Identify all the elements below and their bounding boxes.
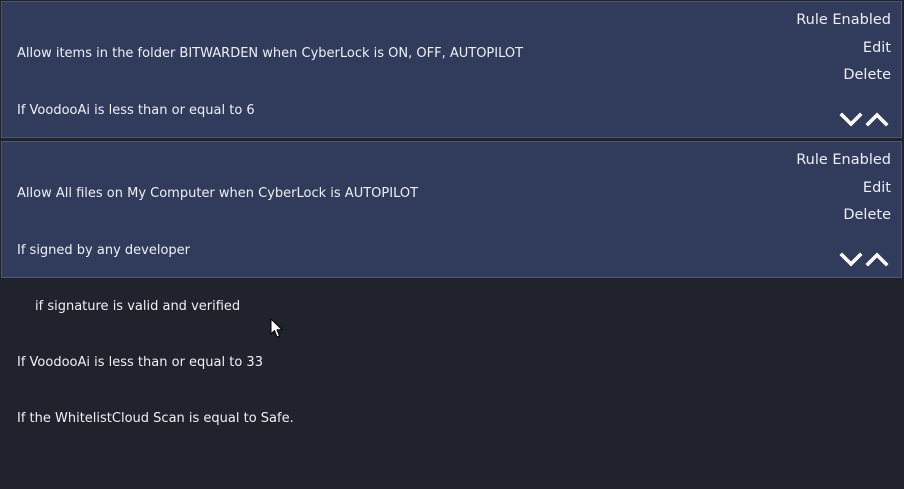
- chevron-up-icon[interactable]: [865, 110, 889, 128]
- rule-line: If the WhitelistCloud Scan is equal to S…: [17, 410, 294, 426]
- rule-card: Allow items in the folder BITWARDEN when…: [1, 1, 902, 138]
- rule-line: Allow All files on My Computer when Cybe…: [17, 186, 419, 202]
- rule-line: If signed by any developer: [17, 242, 191, 258]
- rule-actions: Rule Enabled Edit Delete: [796, 9, 891, 92]
- chevron-down-icon[interactable]: [839, 110, 863, 128]
- reorder-arrows: [839, 250, 889, 268]
- rule-line: If VoodooAi is less than or equal to 6: [17, 102, 255, 118]
- reorder-arrows: [839, 110, 889, 128]
- chevron-up-icon[interactable]: [865, 250, 889, 268]
- rule-line: Allow items in the folder BITWARDEN when…: [17, 46, 524, 62]
- delete-button[interactable]: Delete: [796, 64, 891, 92]
- rule-actions: Rule Enabled Edit Delete: [796, 149, 891, 232]
- rule-description: Allow items in the folder BITWARDEN when…: [17, 8, 523, 158]
- rule-enabled-toggle[interactable]: Rule Enabled: [796, 9, 891, 37]
- rule-enabled-toggle[interactable]: Rule Enabled: [796, 149, 891, 177]
- mouse-pointer-icon: [270, 318, 283, 338]
- rule-card: Allow All files on My Computer when Cybe…: [1, 141, 902, 426]
- rule-line: If VoodooAi is less than or equal to 33: [17, 354, 263, 370]
- chevron-down-icon[interactable]: [839, 250, 863, 268]
- rule-description: Allow All files on My Computer when Cybe…: [17, 148, 418, 466]
- edit-button[interactable]: Edit: [796, 177, 891, 205]
- edit-button[interactable]: Edit: [796, 37, 891, 65]
- rule-line: if signature is valid and verified: [35, 298, 241, 314]
- rules-screen: Allow items in the folder BITWARDEN when…: [0, 0, 904, 489]
- delete-button[interactable]: Delete: [796, 204, 891, 232]
